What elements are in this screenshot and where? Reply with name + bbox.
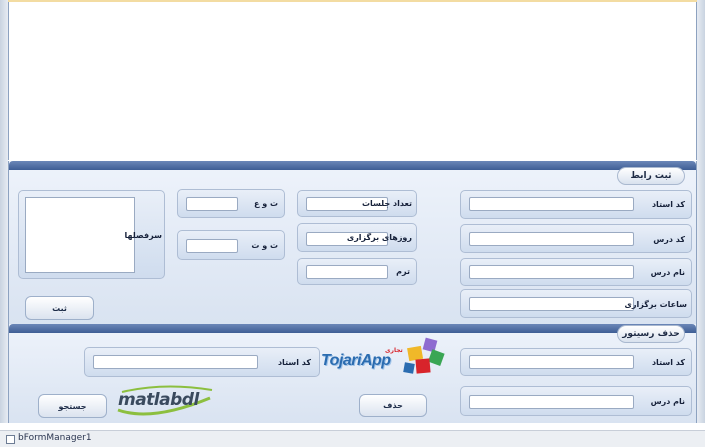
search-teacher-code-label: کد استاد: [277, 358, 311, 367]
course-code-label: کد درس: [653, 235, 685, 244]
delete-panel-bar: [9, 324, 696, 333]
days-label: روزهای برگزاری: [346, 233, 412, 242]
syllabus-box: سرفصلها: [18, 190, 165, 279]
sessions-row: تعداد جلسات: [297, 190, 417, 217]
register-group-title: ثبت رابط: [617, 167, 685, 185]
search-teacher-code-input[interactable]: [93, 355, 258, 369]
delete-group-title: حذف رسیتور: [617, 325, 685, 343]
matlabdl-logo-text: matlabdl: [118, 390, 199, 410]
days-row: روزهای برگزاری: [297, 223, 417, 252]
term-row: ترم: [297, 258, 417, 285]
register-panel-bar: [9, 161, 696, 170]
tojariapp-logo: TojariApp تجاری: [318, 337, 448, 382]
course-name-input[interactable]: [469, 265, 634, 279]
window-right-border: [697, 0, 705, 423]
syllabus-label: سرفصلها: [124, 231, 162, 240]
delete-course-name-row: نام درس: [460, 386, 692, 416]
teacher-code-input[interactable]: [469, 197, 634, 211]
delete-teacher-code-row: کد استاد: [460, 348, 692, 376]
delete-teacher-code-label: کد استاد: [651, 358, 685, 367]
term-input[interactable]: [306, 265, 388, 279]
teacher-code-row: کد استاد: [460, 190, 692, 219]
delete-button[interactable]: حذف: [359, 394, 427, 417]
hours-input[interactable]: [469, 297, 634, 311]
component-icon: [6, 435, 15, 444]
hours-label: ساعات برگزاری: [624, 300, 687, 309]
tv-row: ت و ت: [177, 230, 285, 260]
course-code-row: کد درس: [460, 224, 692, 253]
submit-button[interactable]: ثبت: [25, 296, 94, 320]
tv-label: ت و ت: [251, 241, 278, 250]
hours-row: ساعات برگزاری: [460, 289, 692, 318]
status-bar-text[interactable]: bFormManager1: [18, 433, 92, 443]
tojariapp-cubes-icon: [403, 337, 445, 374]
window-left-border: [0, 0, 8, 423]
delete-teacher-code-input[interactable]: [469, 355, 634, 369]
delete-course-name-input[interactable]: [469, 395, 634, 409]
syllabus-textarea[interactable]: [25, 197, 135, 273]
search-button[interactable]: جستجو: [38, 394, 107, 418]
tw-row: ت و ع: [177, 189, 285, 218]
tw-input[interactable]: [186, 197, 238, 211]
search-teacher-code-row: کد استاد: [84, 347, 320, 377]
matlabdl-logo: matlabdl: [112, 384, 216, 420]
course-name-label: نام درس: [650, 268, 685, 277]
tojariapp-logo-text: TojariApp: [321, 352, 391, 369]
course-name-row: نام درس: [460, 258, 692, 286]
data-grid-area[interactable]: [8, 2, 697, 160]
status-bar: [0, 430, 705, 447]
term-label: ترم: [396, 267, 410, 276]
sessions-label: تعداد جلسات: [362, 199, 412, 208]
teacher-code-label: کد استاد: [651, 200, 685, 209]
tw-label: ت و ع: [253, 199, 278, 208]
delete-course-name-label: نام درس: [650, 397, 685, 406]
course-code-input[interactable]: [469, 232, 634, 246]
tv-input[interactable]: [186, 239, 238, 253]
